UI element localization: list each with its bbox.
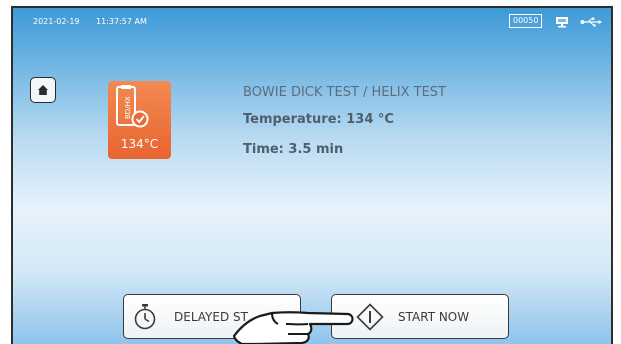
home-icon [38, 85, 48, 95]
status-date: 2021-02-19 [33, 17, 80, 26]
status-bar: 2021-02-19 11:37:57 AM 00050 [13, 8, 611, 32]
status-time: 11:37:57 AM [96, 17, 147, 26]
touch-screen: 2021-02-19 11:37:57 AM 00050 BD/HX 134°C… [11, 6, 613, 344]
program-icon-text: BD/HX [124, 96, 132, 119]
usb-icon [580, 17, 602, 27]
bowie-dick-helix-program-icon: BD/HX [116, 85, 149, 128]
program-title: BOWIE DICK TEST / HELIX TEST [243, 85, 446, 100]
network-icon [556, 17, 568, 28]
program-temperature: Temperature: 134 °C [243, 112, 394, 127]
pointing-hand-icon [232, 311, 354, 344]
cycle-counter: 00050 [509, 14, 543, 28]
start-now-label: START NOW [398, 310, 470, 324]
start-diamond-icon [356, 303, 384, 331]
home-button[interactable] [30, 77, 56, 103]
program-icon-temp: 134°C [120, 137, 159, 151]
program-time: Time: 3.5 min [243, 142, 344, 157]
program-icon: BD/HX 134°C [108, 81, 171, 159]
start-now-button[interactable]: START NOW [331, 294, 509, 339]
stopwatch-icon [134, 304, 156, 330]
